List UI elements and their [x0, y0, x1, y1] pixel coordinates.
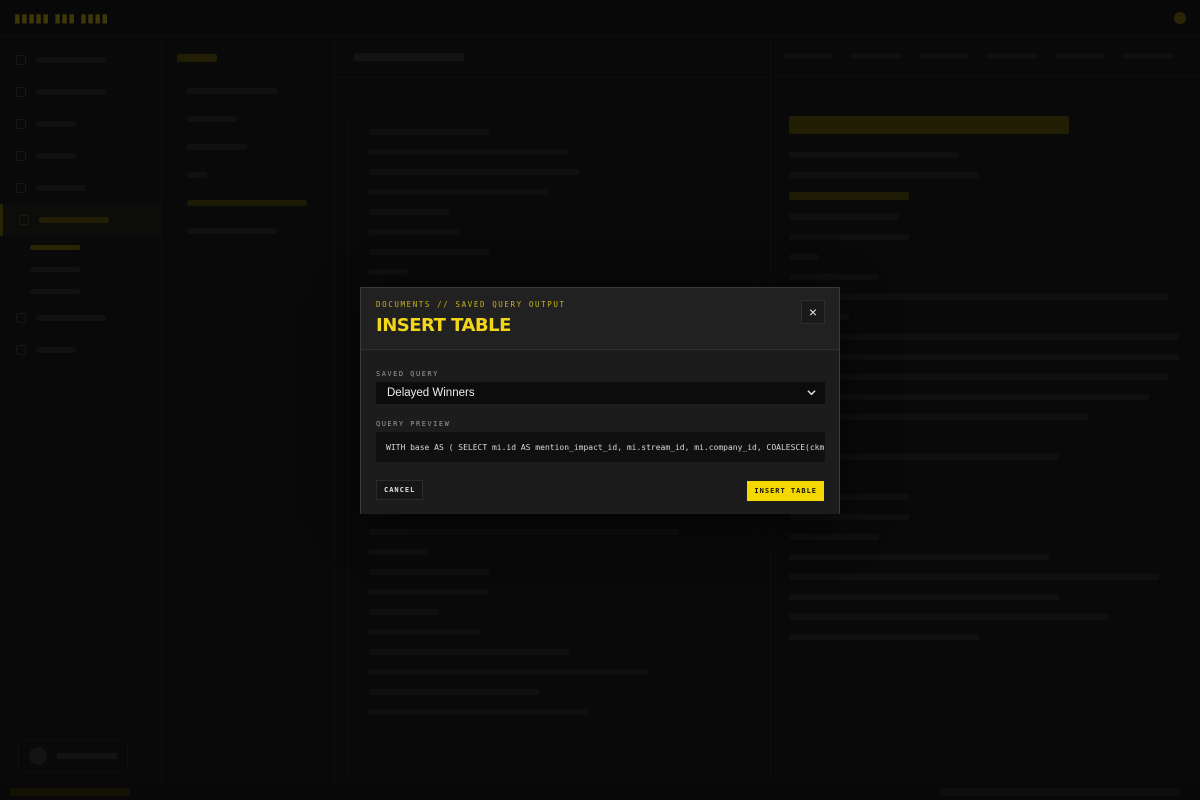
query-preview-label: QUERY PREVIEW — [376, 420, 451, 428]
dialog-breadcrumb: DOCUMENTS // SAVED QUERY OUTPUT — [376, 300, 566, 309]
dialog-actions: CANCEL INSERT TABLE — [376, 478, 824, 518]
close-button[interactable]: × — [801, 300, 825, 324]
cancel-button[interactable]: CANCEL — [376, 480, 424, 500]
close-icon: × — [808, 304, 818, 320]
app-window: ▮▮▮▮▮ ▮▮▮ ▮▮▮▮ — [0, 0, 1200, 800]
saved-query-label: SAVED QUERY — [376, 370, 439, 378]
chevron-down-icon — [807, 388, 816, 399]
insert-table-dialog: DOCUMENTS // SAVED QUERY OUTPUT INSERT T… — [360, 287, 840, 514]
dialog-title: INSERT TABLE — [376, 315, 511, 336]
saved-query-select[interactable]: Delayed Winners — [376, 382, 825, 404]
dialog-header: DOCUMENTS // SAVED QUERY OUTPUT INSERT T… — [361, 288, 839, 350]
query-preview: WITH base AS ( SELECT mi.id AS mention_i… — [376, 432, 825, 462]
insert-table-button[interactable]: INSERT TABLE — [747, 481, 824, 501]
dialog-body: SAVED QUERY Delayed Winners QUERY PREVIE… — [361, 350, 839, 514]
saved-query-value: Delayed Winners — [387, 387, 475, 399]
